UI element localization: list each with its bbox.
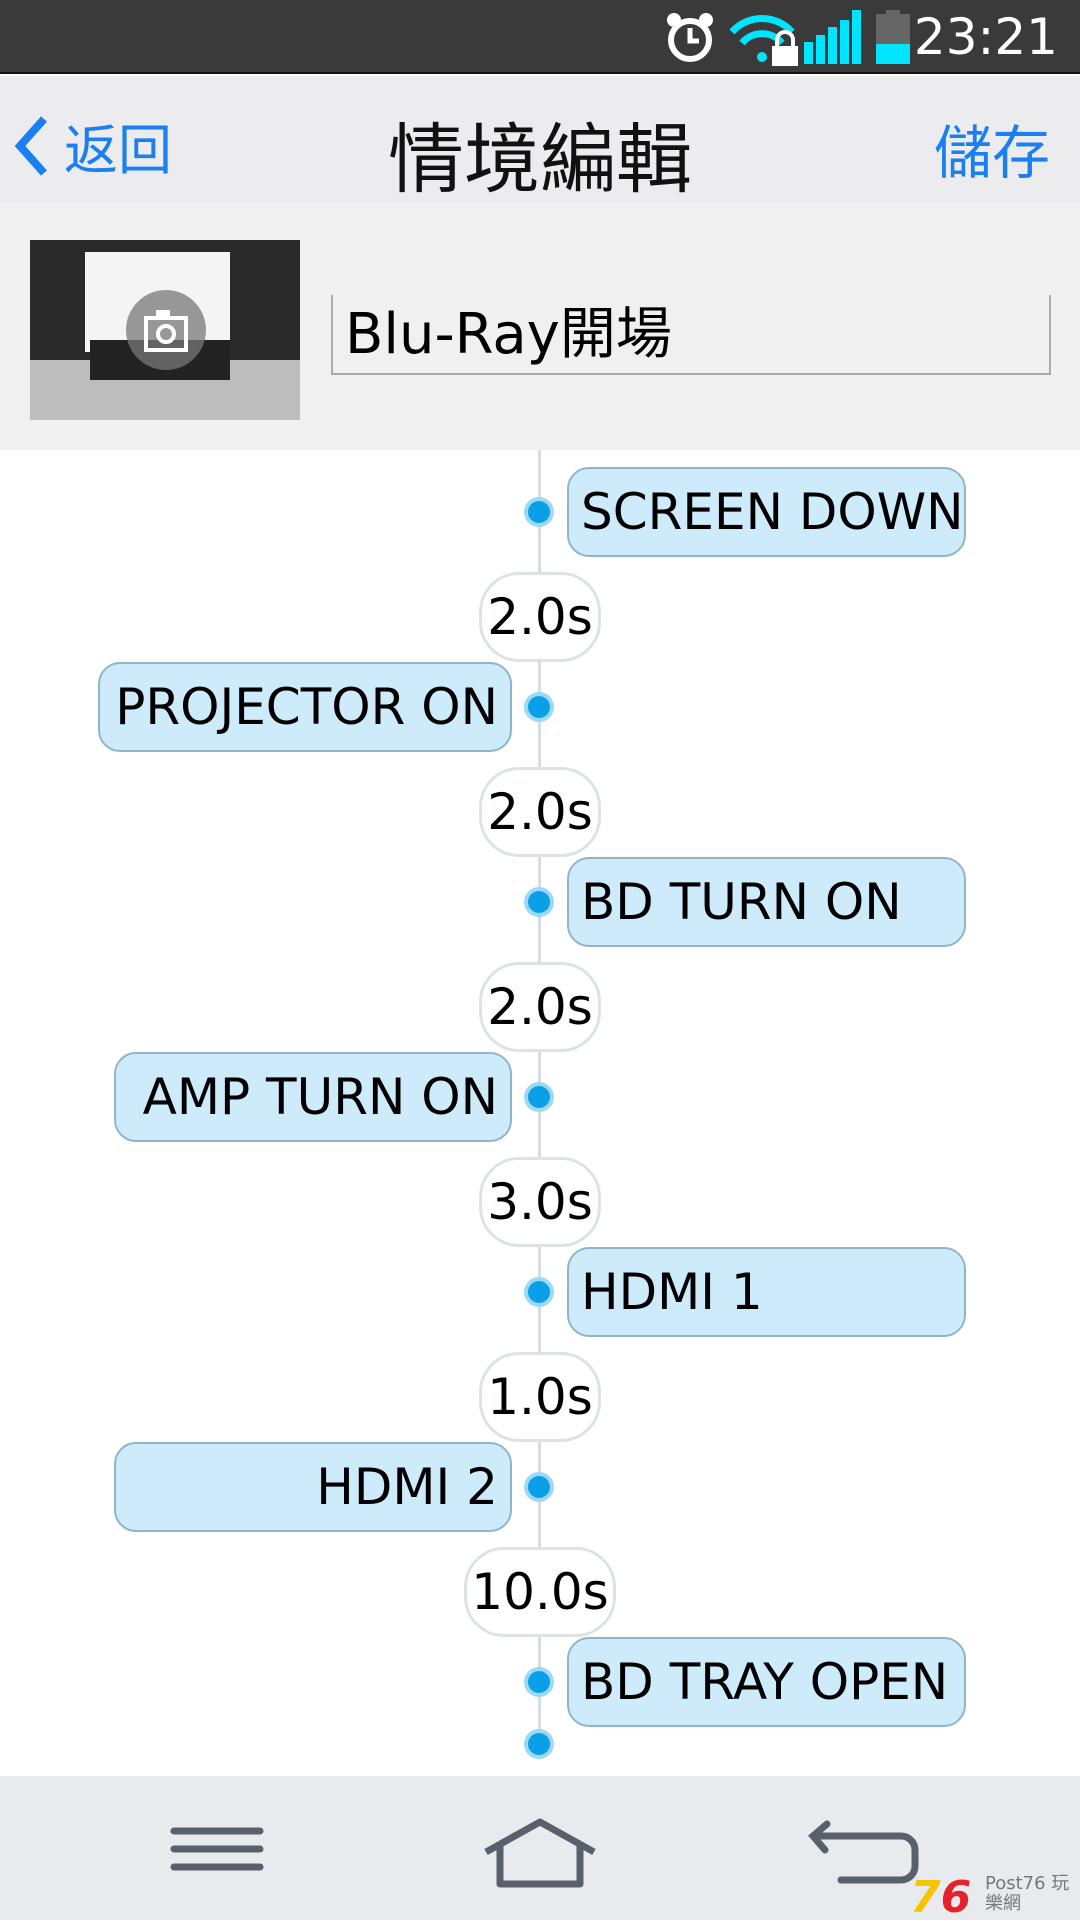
timeline: SCREEN DOWN 2.0s PROJECTOR ON 2.0s BD TURN O… <box>0 450 1080 1776</box>
action-step[interactable]: AMP TURN ON <box>114 1052 512 1142</box>
scene-info: Blu-Ray開場 <box>0 203 1080 450</box>
delay-badge[interactable]: 1.0s <box>479 1352 601 1442</box>
delay-badge[interactable]: 10.0s <box>464 1547 616 1637</box>
signal-icon <box>804 10 861 64</box>
timeline-dot <box>528 1476 550 1498</box>
delay-badge[interactable]: 2.0s <box>479 767 601 857</box>
watermark-text: Post76 玩樂網 <box>985 1873 1070 1914</box>
menu-icon[interactable] <box>170 1826 266 1874</box>
page-title: 情境編輯 <box>388 115 692 204</box>
wifi-lock-icon <box>729 15 798 66</box>
battery-icon <box>876 10 910 64</box>
timeline-dot <box>528 1671 550 1693</box>
action-step[interactable]: PROJECTOR ON <box>98 662 512 752</box>
nav-bar: 76 Post76 玩樂網 <box>0 1776 1080 1923</box>
delay-badge[interactable]: 2.0s <box>479 962 601 1052</box>
camera-icon[interactable] <box>126 290 206 370</box>
save-button[interactable]: 儲存 <box>934 106 1050 190</box>
status-bar: 23:21 <box>0 0 1080 74</box>
action-step[interactable]: HDMI 2 <box>114 1442 512 1532</box>
back-icon[interactable] <box>805 1820 925 1890</box>
action-step[interactable]: BD TRAY OPEN <box>567 1637 966 1727</box>
action-step[interactable]: HDMI 1 <box>567 1247 966 1337</box>
watermark-logo: 76 <box>910 1872 972 1923</box>
timeline-dot <box>528 1086 550 1108</box>
alarm-icon <box>667 13 713 62</box>
action-step[interactable]: SCREEN DOWN <box>567 467 966 557</box>
header: 返回 情境編輯 儲存 <box>0 76 1080 204</box>
scene-name-input[interactable]: Blu-Ray開場 <box>331 295 1051 375</box>
timeline-dot <box>528 891 550 913</box>
clock: 23:21 <box>913 8 1058 66</box>
scene-photo[interactable] <box>30 240 300 420</box>
delay-badge[interactable]: 3.0s <box>479 1157 601 1247</box>
timeline-dot <box>528 1281 550 1303</box>
delay-badge[interactable]: 2.0s <box>479 572 601 662</box>
timeline-end-dot <box>528 1733 550 1755</box>
timeline-dot <box>528 501 550 523</box>
home-icon[interactable] <box>480 1818 600 1888</box>
timeline-dot <box>528 696 550 718</box>
action-step[interactable]: BD TURN ON <box>567 857 966 947</box>
